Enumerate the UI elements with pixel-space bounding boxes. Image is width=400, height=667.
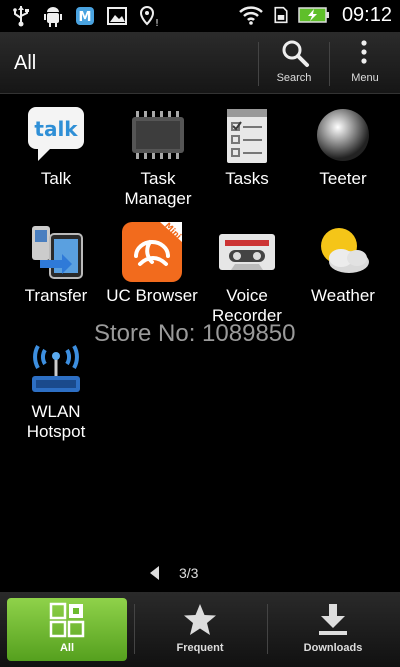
grid-icon (49, 602, 85, 638)
svg-text:talk: talk (34, 117, 78, 141)
tab-label: All (59, 642, 75, 654)
app-label: UC Browser (106, 286, 198, 305)
android-debug-icon (44, 7, 62, 27)
app-label: Weather (311, 286, 375, 305)
previous-page-icon[interactable] (150, 566, 159, 580)
tab-divider (134, 604, 135, 654)
page-number: 3/3 (179, 565, 199, 581)
talk-icon: talk (28, 107, 84, 161)
app-label: Talk (40, 169, 72, 188)
tab-all[interactable]: All (7, 598, 127, 661)
app-task-manager[interactable]: Task Manager (108, 103, 208, 209)
app-voice-recorder[interactable]: Voice Recorder (197, 220, 297, 326)
voice-recorder-icon (219, 234, 275, 270)
app-uc-browser[interactable]: Mini UC Browser (102, 220, 202, 306)
notification-icons: M ! (10, 4, 160, 28)
bottom-tab-bar: All Frequent Downloads (0, 592, 400, 667)
system-status-icons: 09:12 (238, 3, 392, 27)
wifi-icon (239, 6, 263, 25)
task-manager-icon (132, 111, 184, 159)
app-tasks[interactable]: Tasks (197, 103, 297, 189)
page-title: All (14, 52, 37, 74)
search-icon (282, 40, 309, 67)
transfer-icon (32, 226, 83, 279)
app-talk[interactable]: talk Talk (6, 103, 106, 189)
image-notification-icon (107, 7, 127, 25)
usb-icon (13, 6, 29, 27)
battery-charging-icon (298, 7, 329, 23)
store-watermark: Store No: 1089850 (94, 320, 296, 347)
weather-icon (321, 228, 369, 273)
download-icon (319, 604, 347, 635)
clock: 09:12 (341, 3, 392, 26)
tasks-icon (227, 109, 267, 163)
search-label: Search (276, 72, 312, 84)
header: All Search Menu (0, 32, 400, 94)
status-bar: M ! 09:12 (0, 0, 400, 32)
app-notification-icon: M (76, 7, 94, 25)
wlan-hotspot-icon (32, 345, 80, 392)
uc-browser-icon: Mini (122, 221, 183, 282)
menu-button[interactable]: Menu (329, 32, 400, 94)
app-transfer[interactable]: Transfer (6, 220, 106, 306)
tab-downloads[interactable]: Downloads (273, 598, 393, 661)
tab-divider (267, 604, 268, 654)
tab-label: Frequent (176, 642, 224, 654)
tab-frequent[interactable]: Frequent (140, 598, 260, 661)
app-label: Tasks (225, 169, 269, 188)
sd-card-icon (274, 6, 288, 24)
app-teeter[interactable]: Teeter (293, 103, 393, 189)
app-label: Task Manager (124, 169, 192, 208)
menu-label: Menu (351, 72, 379, 84)
svg-text:M: M (79, 10, 92, 25)
menu-icon (361, 40, 367, 64)
location-icon: ! (139, 5, 159, 28)
teeter-icon (317, 109, 369, 161)
star-icon (184, 604, 216, 635)
tab-label: Downloads (303, 642, 363, 654)
app-weather[interactable]: Weather (293, 220, 393, 306)
svg-text:!: ! (155, 18, 159, 28)
app-wlan-hotspot[interactable]: WLAN Hotspot (6, 336, 106, 442)
app-label: Teeter (319, 169, 367, 188)
search-button[interactable]: Search (258, 32, 330, 94)
app-label: Transfer (24, 286, 88, 305)
page-indicator: 3/3 (150, 565, 198, 581)
app-label: WLAN Hotspot (26, 402, 86, 441)
